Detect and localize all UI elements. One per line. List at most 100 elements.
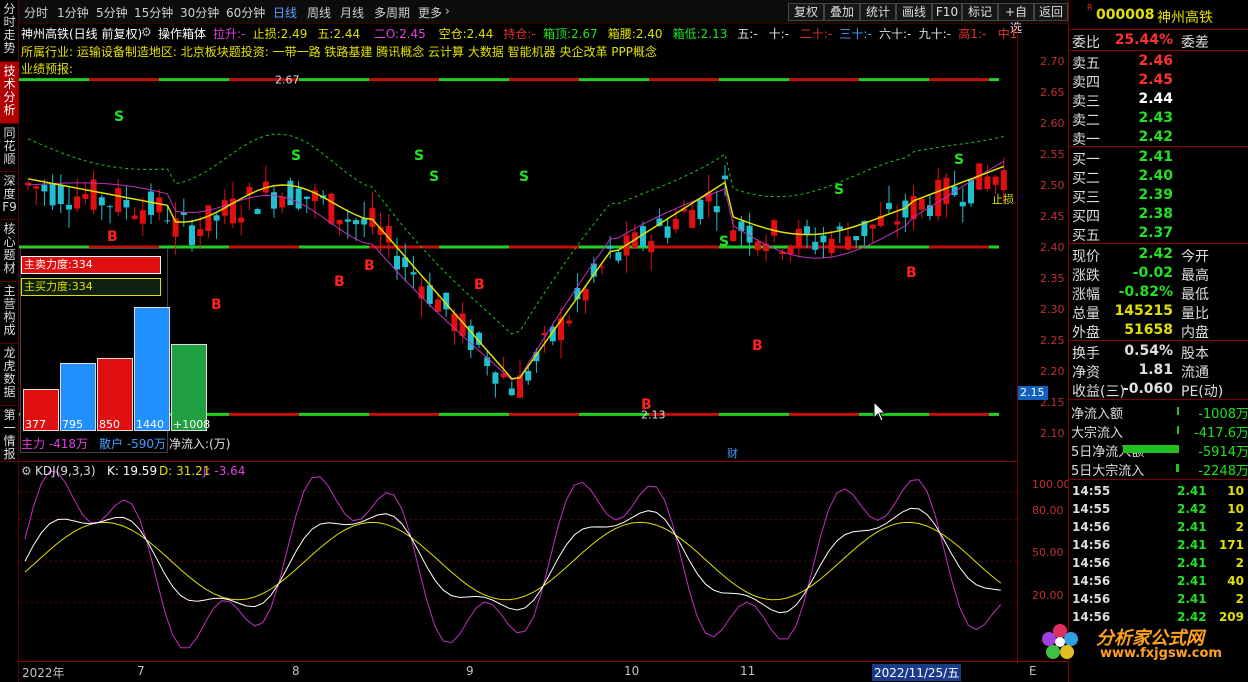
candle-body — [828, 238, 835, 254]
back-button[interactable]: 返回 — [1034, 3, 1068, 21]
ask-price: 2.46 — [1138, 53, 1173, 69]
stat-label: 收益(三) — [1072, 384, 1125, 400]
buy-signal: B — [211, 297, 222, 313]
ask-price: 2.42 — [1138, 129, 1173, 145]
tick-row[interactable]: 14:56 2.41 2 — [1069, 556, 1248, 574]
kdj-chart[interactable] — [19, 463, 1017, 661]
tab-technical-analysis[interactable]: 技术分析 — [0, 62, 19, 124]
candle-body — [336, 219, 343, 225]
tab-more[interactable]: 更多 — [418, 4, 442, 21]
date-label: 11 — [740, 664, 756, 678]
capital-flow-label: 净流入额 — [1071, 407, 1124, 422]
bid-level[interactable]: 买四 2.38 — [1069, 205, 1248, 225]
finance-marker[interactable]: 财 — [727, 445, 738, 461]
quote-row: 涨幅 -0.82% 最低 — [1069, 283, 1248, 303]
industry-line: 所属行业: 运输设备制造地区: 北京板块题投资: 一带一路 铁路基建 腾讯概念 … — [21, 45, 657, 59]
chevron-right-icon[interactable]: › — [445, 4, 450, 18]
stats-button[interactable]: 统计 — [860, 3, 896, 21]
capital-flow-value: -417.6万 — [1194, 426, 1248, 441]
bid-level[interactable]: 买一 2.41 — [1069, 148, 1248, 168]
f10-button[interactable]: F10 — [932, 3, 962, 21]
r-mark: R — [1087, 3, 1093, 12]
candle-body — [836, 226, 843, 230]
tab-ths[interactable]: 同花顺 — [0, 124, 19, 172]
stat-value: -0.060 — [1122, 381, 1173, 397]
indicator-name[interactable]: 操作箱体 — [158, 25, 206, 42]
ask-level[interactable]: 卖四 2.45 — [1069, 71, 1248, 91]
indicator-value: 三十:- — [839, 27, 872, 41]
tab-30min[interactable]: 30分钟 — [180, 4, 219, 21]
bid-label: 买一 — [1072, 152, 1100, 168]
tab-5min[interactable]: 5分钟 — [96, 4, 128, 21]
tab-60min[interactable]: 60分钟 — [226, 4, 265, 21]
ratio-label: 委比 — [1072, 35, 1100, 51]
tab-multi-period[interactable]: 多周期 — [374, 4, 410, 21]
tick-row[interactable]: 14:56 2.41 2 — [1069, 520, 1248, 538]
stock-code: 000008 — [1096, 7, 1155, 23]
tick-price: 2.42 — [1177, 502, 1207, 516]
kdj-k-value: K: 19.59 — [107, 464, 158, 478]
kdj-pane[interactable]: ⚙ KDJ(9,3,3) K: 19.59 D: 31.21 J: -3.64 — [19, 463, 1017, 661]
tab-main-business[interactable]: 主营构成 — [0, 282, 19, 344]
candle-body — [66, 204, 72, 210]
bid-level[interactable]: 买二 2.40 — [1069, 167, 1248, 187]
candle-body — [886, 202, 892, 210]
tab-monthly[interactable]: 月线 — [340, 4, 364, 21]
ask-level[interactable]: 卖五 2.46 — [1069, 52, 1248, 72]
kdj-j-line — [24, 470, 1002, 649]
tab-depth-f9[interactable]: 深度F9 — [0, 172, 19, 220]
indicator-value: 高1:- — [958, 27, 987, 41]
ratio-value: 25.44% — [1114, 32, 1173, 48]
kdj-tick-label: 80.00 — [1032, 504, 1064, 517]
mark-button[interactable]: 标记 — [962, 3, 998, 21]
candle-body — [648, 240, 655, 253]
price-tick-label: 2.50 — [1040, 179, 1065, 192]
flow-bar-value: +1008 — [173, 418, 211, 431]
indicator-value: 中1◇ — [997, 27, 1017, 41]
box-low-label: 2.13 — [641, 408, 666, 421]
stat-value: 1.81 — [1138, 362, 1173, 378]
adjust-button[interactable]: 复权 — [788, 3, 824, 21]
tab-dragon-tiger[interactable]: 龙虎数据 — [0, 344, 19, 406]
settings-icon[interactable]: ⚙ — [21, 464, 32, 478]
bid-label: 买二 — [1072, 171, 1100, 187]
tab-intraday-chart[interactable]: 分时走势 — [0, 0, 19, 62]
tick-row[interactable]: 14:56 2.41 171 — [1069, 538, 1248, 556]
buy-signal: B — [752, 338, 763, 354]
candle-body — [713, 206, 720, 213]
tab-intelligence[interactable]: 第一情报 — [0, 406, 19, 462]
settings-icon[interactable]: ⚙ — [141, 25, 152, 39]
bid-price: 2.40 — [1138, 168, 1173, 184]
candle-body — [139, 210, 146, 224]
candle-body — [697, 199, 704, 220]
tab-intraday[interactable]: 分时 — [24, 4, 48, 21]
candle-body — [41, 184, 48, 192]
ask-label: 卖三 — [1072, 94, 1100, 110]
candle-body — [123, 199, 130, 208]
indicator-value: 十:- — [768, 27, 789, 41]
tab-1min[interactable]: 1分钟 — [57, 4, 89, 21]
add-watchlist-button[interactable]: +自选 — [998, 3, 1034, 35]
tab-core-theme[interactable]: 核心题材 — [0, 220, 19, 282]
tab-15min[interactable]: 15分钟 — [134, 4, 173, 21]
bid-level[interactable]: 买五 2.37 — [1069, 224, 1248, 244]
ask-level[interactable]: 卖三 2.44 — [1069, 90, 1248, 110]
bid-level[interactable]: 买三 2.39 — [1069, 186, 1248, 206]
overlay-button[interactable]: 叠加 — [824, 3, 860, 21]
candle-body — [271, 192, 277, 209]
ask-level[interactable]: 卖二 2.43 — [1069, 109, 1248, 129]
ask-level[interactable]: 卖一 2.42 — [1069, 128, 1248, 148]
tick-volume: 171 — [1218, 538, 1244, 552]
tab-daily[interactable]: 日线 — [273, 4, 297, 21]
sell-signal: S — [519, 169, 529, 185]
tick-price: 2.41 — [1177, 556, 1207, 570]
ask-price: 2.43 — [1138, 110, 1173, 126]
draw-button[interactable]: 画线 — [896, 3, 932, 21]
tick-row[interactable]: 14:56 2.41 2 — [1069, 592, 1248, 610]
tick-row[interactable]: 14:55 2.41 10 — [1069, 484, 1248, 502]
tick-row[interactable]: 14:55 2.42 10 — [1069, 502, 1248, 520]
tick-time: 14:56 — [1072, 520, 1111, 534]
tick-row[interactable]: 14:56 2.41 40 — [1069, 574, 1248, 592]
flow-bar-group: 377 795 850 1440 +1008 — [21, 299, 210, 431]
tab-weekly[interactable]: 周线 — [307, 4, 331, 21]
